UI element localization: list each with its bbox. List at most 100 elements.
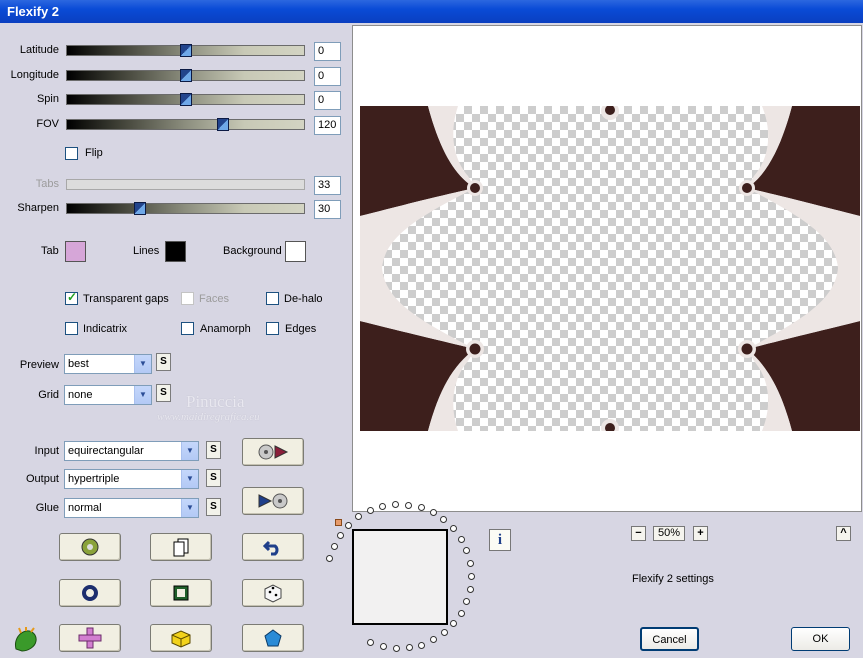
spin-label: Spin	[36, 93, 59, 105]
navigator-dot	[457, 609, 465, 617]
flaming-pear-logo-icon	[15, 627, 37, 652]
input-select[interactable]: equirectangular ▼	[64, 441, 199, 461]
watermark-url: www.maidiregrafica.eu	[157, 411, 260, 423]
navigator-dot	[392, 644, 400, 652]
grid-s-button[interactable]: S	[156, 384, 171, 402]
undo-button[interactable]	[242, 533, 304, 561]
pink-cross-icon	[78, 627, 102, 649]
spin-slider[interactable]	[66, 93, 305, 106]
flip-checkbox[interactable]	[65, 147, 78, 160]
dice-button[interactable]	[242, 579, 304, 607]
tabs-label: Tabs	[35, 178, 59, 190]
fov-slider-thumb[interactable]	[217, 118, 230, 131]
info-icon[interactable]: i	[489, 529, 511, 551]
pentagon-button[interactable]	[242, 624, 304, 652]
edges-label: Edges	[285, 323, 317, 335]
longitude-slider-thumb[interactable]	[179, 69, 192, 82]
watermark-name: Pinuccia	[186, 392, 245, 411]
navigator-dot	[463, 547, 471, 555]
disc-play-icon	[258, 444, 289, 460]
randomize-button[interactable]	[59, 533, 121, 561]
glue-select[interactable]: normal ▼	[64, 498, 199, 518]
glue-s-button[interactable]: S	[206, 498, 221, 516]
tabs-slider	[66, 179, 305, 190]
save-preset-button[interactable]	[242, 487, 304, 515]
transparent-gaps-checkbox[interactable]: ✓	[65, 290, 78, 305]
navigator-dot	[330, 542, 338, 550]
anamorph-label: Anamorph	[200, 323, 251, 335]
preview-image	[360, 106, 860, 431]
anamorph-checkbox[interactable]	[181, 322, 194, 335]
copy-button[interactable]	[150, 533, 212, 561]
navigator-dot	[345, 521, 353, 529]
grid-select-value: none	[68, 389, 93, 401]
navigator-dot	[366, 507, 374, 515]
navigator-dot	[418, 641, 426, 649]
undo-arrow-icon	[263, 540, 279, 556]
de-halo-label: De-halo	[284, 293, 323, 305]
edges-checkbox[interactable]	[266, 322, 279, 335]
hypertriple-image	[360, 106, 860, 431]
longitude-value-field[interactable]: 0	[314, 67, 341, 86]
cube-button[interactable]	[150, 624, 212, 652]
preview-s-button[interactable]: S	[156, 353, 171, 371]
output-select-value: hypertriple	[68, 473, 120, 485]
de-halo-checkbox[interactable]	[266, 292, 279, 305]
chevron-down-icon[interactable]: ▼	[181, 470, 198, 488]
sharpen-label: Sharpen	[17, 202, 59, 214]
square-button[interactable]	[150, 579, 212, 607]
faces-label: Faces	[199, 293, 229, 305]
background-color-swatch[interactable]	[285, 241, 306, 262]
flip-label: Flip	[85, 147, 103, 159]
preview-canvas[interactable]	[352, 25, 862, 512]
spin-value-field[interactable]: 0	[314, 91, 341, 110]
grid-select[interactable]: none ▼	[64, 385, 152, 405]
longitude-slider[interactable]	[66, 69, 305, 82]
output-select[interactable]: hypertriple ▼	[64, 469, 199, 489]
tabs-value-field: 33	[314, 176, 341, 195]
sharpen-slider-thumb[interactable]	[134, 202, 147, 215]
chevron-down-icon[interactable]: ▼	[134, 386, 151, 404]
zoom-in-button[interactable]: +	[693, 526, 708, 541]
tab-color-swatch[interactable]	[65, 241, 86, 262]
blue-pentagon-icon	[264, 629, 282, 647]
output-select-label: Output	[25, 473, 59, 485]
preview-select[interactable]: best ▼	[64, 354, 152, 374]
latitude-value-field[interactable]: 0	[314, 42, 341, 61]
collapse-button[interactable]: ^	[836, 526, 851, 541]
navigator-dot	[404, 501, 412, 509]
load-preset-button[interactable]	[242, 438, 304, 466]
fov-slider[interactable]	[66, 118, 305, 131]
indicatrix-checkbox[interactable]	[65, 322, 78, 335]
ring-button[interactable]	[59, 579, 121, 607]
cancel-button[interactable]: Cancel	[640, 627, 699, 651]
navigator-handle[interactable]	[335, 519, 342, 526]
sharpen-value-field[interactable]: 30	[314, 200, 341, 219]
fov-value-field[interactable]: 120	[314, 116, 341, 135]
input-select-label: Input	[34, 445, 59, 457]
spin-slider-thumb[interactable]	[179, 93, 192, 106]
chevron-down-icon[interactable]: ▼	[181, 499, 198, 517]
navigator-dot	[457, 535, 465, 543]
transparent-gaps-label: Transparent gaps	[83, 293, 169, 305]
navigator-dot	[355, 513, 363, 521]
navigator-dot	[449, 525, 457, 533]
preview-select-value: best	[68, 358, 89, 370]
sharpen-slider[interactable]	[66, 202, 305, 215]
navigator-dot	[337, 531, 345, 539]
navigator-dot	[367, 639, 375, 647]
input-s-button[interactable]: S	[206, 441, 221, 459]
green-square-icon	[173, 585, 189, 601]
navigator-thumbnail[interactable]	[352, 529, 448, 625]
lines-color-swatch[interactable]	[165, 241, 186, 262]
ok-button[interactable]: OK	[791, 627, 850, 651]
latitude-slider-thumb[interactable]	[179, 44, 192, 57]
cross-button[interactable]	[59, 624, 121, 652]
chevron-down-icon[interactable]: ▼	[134, 355, 151, 373]
tab-color-label: Tab	[41, 245, 59, 257]
chevron-down-icon[interactable]: ▼	[181, 442, 198, 460]
zoom-out-button[interactable]: −	[631, 526, 646, 541]
navigator-dot	[450, 620, 458, 628]
output-s-button[interactable]: S	[206, 469, 221, 487]
latitude-slider[interactable]	[66, 44, 305, 57]
